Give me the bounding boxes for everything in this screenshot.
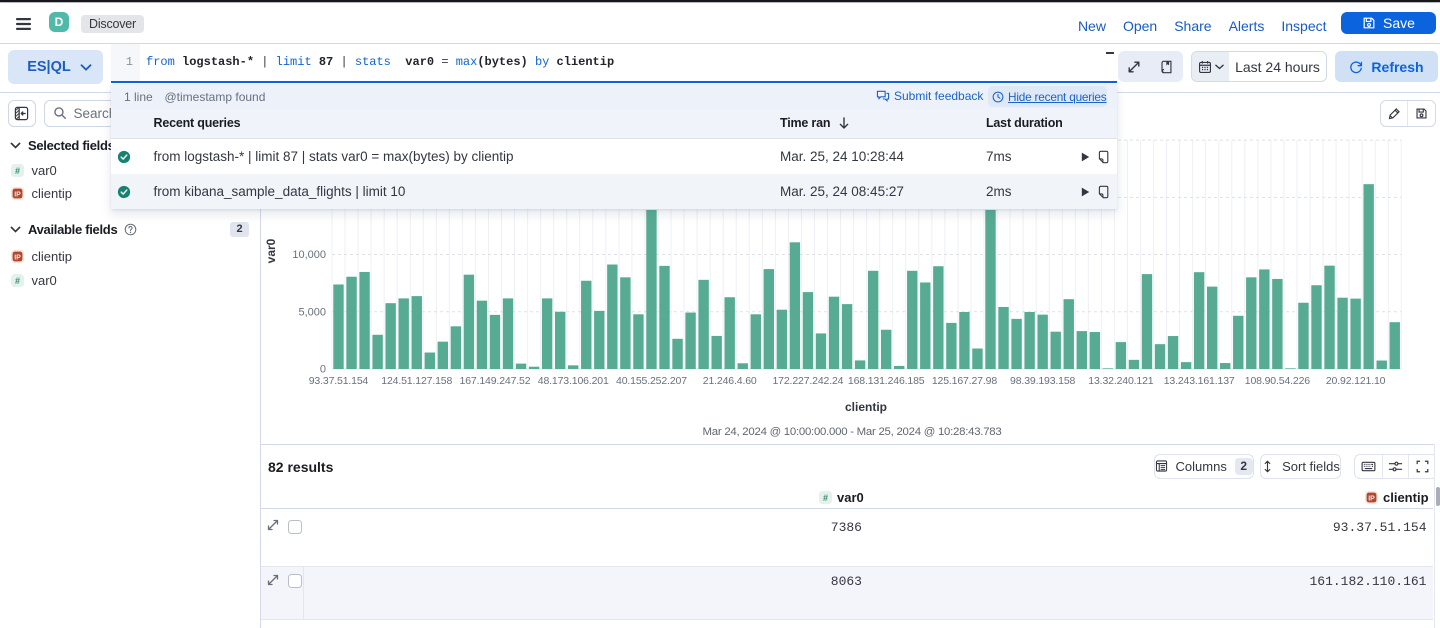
svg-text:13.32.240.121: 13.32.240.121 [1088,375,1154,387]
svg-text:5,000: 5,000 [298,306,326,318]
svg-text:20.92.121.10: 20.92.121.10 [1326,375,1386,387]
svg-text:125.167.27.98: 125.167.27.98 [932,375,998,387]
svg-text:var0: var0 [264,238,278,263]
svg-text:#: # [14,166,19,175]
svg-text:IP: IP [14,254,21,261]
svg-text:168.131.246.185: 168.131.246.185 [848,375,925,387]
svg-text:108.90.54.226: 108.90.54.226 [1245,375,1311,387]
svg-text:21.246.4.60: 21.246.4.60 [703,375,757,387]
svg-text:167.149.247.52: 167.149.247.52 [460,375,531,387]
svg-text:IP: IP [1368,495,1375,502]
svg-text:48.173.106.201: 48.173.106.201 [538,375,609,387]
svg-text:0: 0 [320,364,326,376]
svg-text:13.243.161.137: 13.243.161.137 [1164,375,1235,387]
svg-text:#: # [823,493,828,502]
svg-text:124.51.127.158: 124.51.127.158 [381,375,452,387]
svg-text:#: # [14,276,19,285]
svg-text:clientip: clientip [845,400,887,414]
svg-text:10,000: 10,000 [292,249,326,261]
svg-text:172.227.242.24: 172.227.242.24 [772,375,843,387]
svg-text:98.39.193.158: 98.39.193.158 [1010,375,1076,387]
svg-text:40.155.252.207: 40.155.252.207 [616,375,687,387]
svg-text:IP: IP [14,191,21,198]
svg-text:93.37.51.154: 93.37.51.154 [309,375,369,387]
svg-text:Mar 24, 2024 @ 10:00:00.000 -: Mar 24, 2024 @ 10:00:00.000 - Mar 25, 20… [703,426,1002,438]
